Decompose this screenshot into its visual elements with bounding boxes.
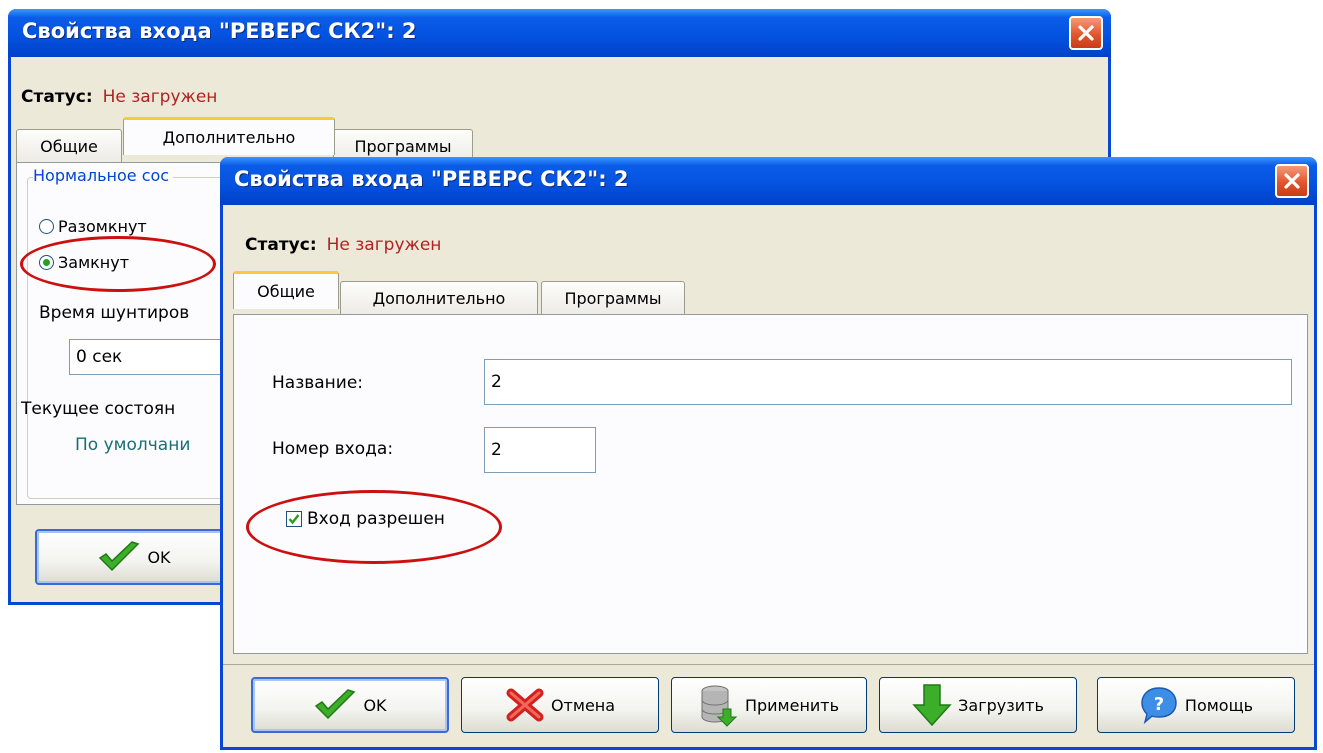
front-tab-additional[interactable]: Дополнительно	[340, 281, 538, 315]
input-number-label: Номер входа:	[272, 439, 394, 459]
cancel-button[interactable]: Отмена	[461, 677, 659, 733]
back-dialog-title: Свойства входа "РЕВЕРС СК2": 2	[22, 19, 417, 43]
status-value: Не загружен	[102, 87, 218, 107]
front-button-separator	[223, 664, 1314, 665]
load-button[interactable]: Загрузить	[879, 677, 1077, 733]
normal-state-legend: Нормальное сос	[33, 166, 174, 185]
back-ok-button[interactable]: OK	[35, 529, 233, 585]
status-value: Не загружен	[326, 235, 442, 255]
front-tab-programs[interactable]: Программы	[541, 281, 685, 315]
checkmark-icon	[313, 688, 357, 722]
front-dialog-window: Свойства входа "РЕВЕРС СК2": 2 Статус: Не…	[220, 157, 1317, 750]
back-tab-additional[interactable]: Дополнительно	[123, 117, 335, 155]
database-save-icon	[699, 683, 739, 727]
close-icon	[1284, 173, 1300, 189]
shunt-time-value: 0 сек	[76, 347, 123, 367]
back-dialog-close-button[interactable]	[1069, 16, 1103, 50]
name-input[interactable]: 2	[484, 359, 1292, 405]
apply-button[interactable]: Применить	[671, 677, 867, 733]
highlight-enabled-checkbox	[246, 490, 502, 564]
back-tab-general[interactable]: Общие	[16, 129, 122, 163]
name-value: 2	[491, 372, 502, 392]
help-label: Помощь	[1184, 695, 1254, 715]
input-number-value: 2	[491, 440, 502, 460]
front-dialog-status: Статус: Не загружен	[245, 235, 441, 255]
front-dialog-title: Свойства входа "РЕВЕРС СК2": 2	[234, 167, 629, 191]
highlight-closed-radio	[20, 236, 216, 292]
status-label: Статус:	[21, 87, 93, 107]
front-tab-general[interactable]: Общие	[233, 271, 339, 309]
status-label: Статус:	[245, 235, 317, 255]
input-number-field[interactable]: 2	[484, 427, 596, 473]
radio-open[interactable]: Разомкнут	[39, 217, 147, 236]
load-label: Загрузить	[958, 695, 1044, 715]
front-ok-button[interactable]: OK	[251, 677, 449, 733]
help-icon: ?	[1139, 685, 1179, 725]
download-arrow-icon	[912, 683, 952, 727]
checkmark-icon	[97, 540, 141, 574]
svg-text:?: ?	[1154, 694, 1164, 715]
radio-open-indicator	[39, 219, 54, 234]
front-dialog-close-button[interactable]	[1275, 164, 1309, 198]
back-dialog-titlebar[interactable]: Свойства входа "РЕВЕРС СК2": 2	[8, 9, 1111, 57]
close-icon	[1078, 25, 1094, 41]
current-state-value: По умолчани	[75, 435, 191, 455]
apply-label: Применить	[744, 695, 840, 715]
shunt-time-label: Время шунтиров	[39, 303, 190, 323]
help-button[interactable]: ? Помощь	[1097, 677, 1295, 733]
front-dialog-titlebar[interactable]: Свойства входа "РЕВЕРС СК2": 2	[220, 157, 1317, 205]
current-state-label: Текущее состоян	[21, 399, 176, 419]
name-label: Название:	[272, 373, 364, 393]
radio-open-label: Разомкнут	[58, 217, 147, 236]
back-dialog-status: Статус: Не загружен	[21, 87, 217, 107]
front-tab-panel: Название: 2 Номер входа: 2 Вход разрешен	[233, 314, 1308, 654]
cancel-x-icon	[505, 687, 545, 723]
cancel-label: Отмена	[550, 695, 616, 715]
front-ok-label: OK	[363, 695, 387, 715]
back-ok-label: OK	[147, 547, 171, 567]
